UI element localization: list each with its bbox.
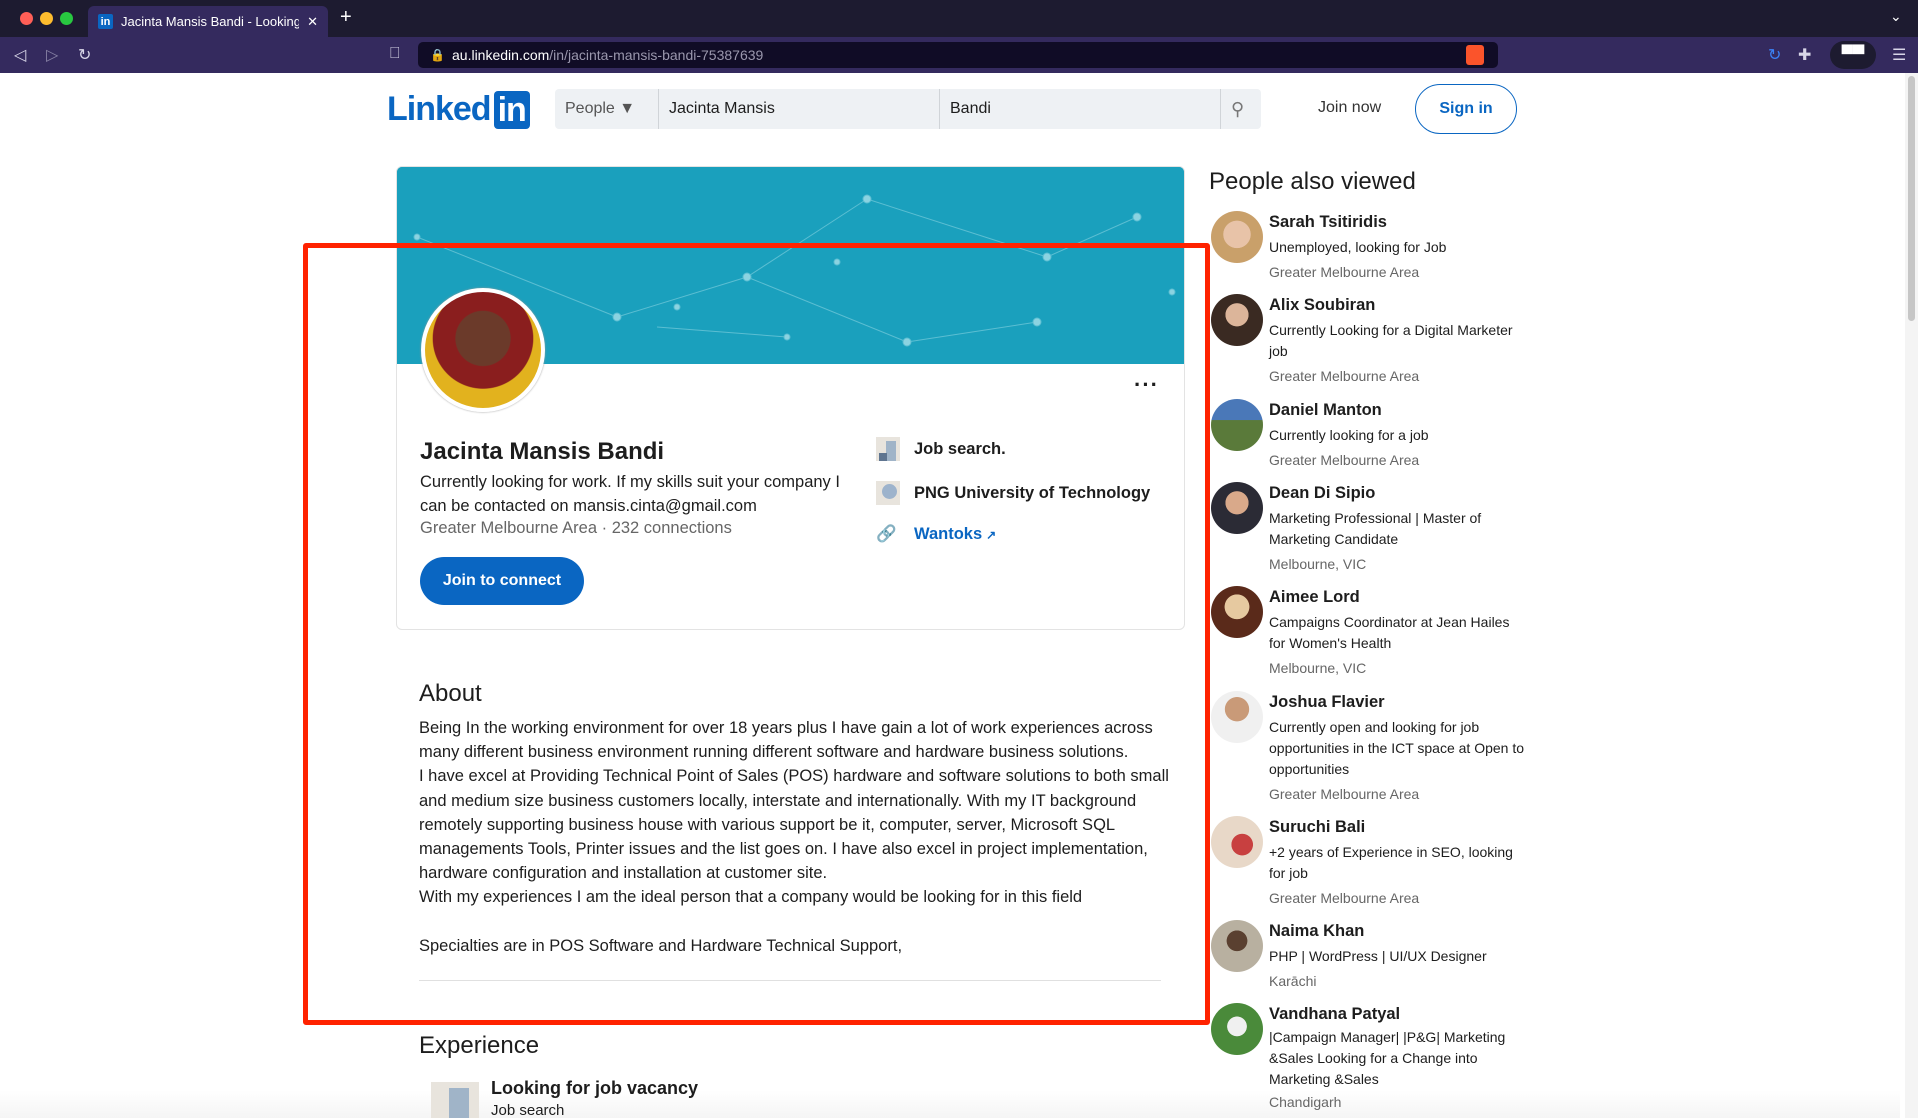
person-location: Chandigarh [1269, 1094, 1342, 1110]
avatar [1211, 920, 1263, 972]
person-name: Alix Soubiran [1269, 296, 1376, 314]
person-name: Dean Di Sipio [1269, 484, 1376, 502]
avatar [1211, 816, 1263, 868]
person-headline: |Campaign Manager| |P&G| Marketing &Sale… [1269, 1029, 1506, 1087]
person-location: Greater Melbourne Area [1269, 264, 1420, 280]
profile-glasses-icon[interactable]: ▀▀ [1830, 41, 1876, 69]
person-headline: Currently looking for a job [1269, 427, 1429, 443]
chevron-down-icon[interactable]: ⌄ [1890, 8, 1902, 25]
person-headline: +2 years of Experience in SEO, looking f… [1269, 844, 1513, 881]
person-name: Joshua Flavier [1269, 693, 1385, 711]
person-card[interactable]: Aimee Lord Campaigns Coordinator at Jean … [1211, 586, 1511, 679]
person-card[interactable]: Joshua Flavier Currently open and looking… [1211, 691, 1524, 805]
tab-title: Jacinta Mansis Bandi - Looking [121, 14, 300, 29]
last-name-input[interactable]: Bandi [940, 89, 1221, 129]
avatar [1211, 294, 1263, 346]
person-card[interactable]: Dean Di Sipio Marketing Professional | Ma… [1211, 482, 1511, 575]
browser-toolbar: ◁ ▷ ↻ ⎕ 🔒 au.linkedin.com/in/jacinta-man… [0, 37, 1918, 73]
address-bar[interactable]: 🔒 au.linkedin.com/in/jacinta-mansis-band… [418, 42, 1498, 68]
close-tab-icon[interactable]: ✕ [307, 14, 318, 30]
scrollbar-thumb[interactable] [1908, 76, 1915, 321]
person-card[interactable]: Daniel Manton Currently looking for a job… [1211, 399, 1511, 471]
browser-tab[interactable]: in Jacinta Mansis Bandi - Looking ✕ [88, 6, 328, 37]
brave-shields-icon[interactable] [1466, 45, 1484, 65]
person-name: Suruchi Bali [1269, 818, 1366, 836]
experience-company-logo-icon [431, 1082, 479, 1118]
person-headline: Currently open and looking for job oppor… [1269, 719, 1525, 777]
search-category-select[interactable]: People ▼ [555, 89, 659, 129]
experience-company: Job search [491, 1102, 565, 1119]
search-icon[interactable]: ⚲ [1221, 89, 1254, 129]
sign-in-button[interactable]: Sign in [1415, 84, 1517, 134]
maximize-window-button[interactable] [60, 12, 73, 25]
url-host: au.linkedin.com [452, 47, 550, 63]
person-location: Greater Melbourne Area [1269, 890, 1420, 906]
close-window-button[interactable] [20, 12, 33, 25]
person-name: Naima Khan [1269, 922, 1365, 940]
person-headline: Marketing Professional | Master of Marke… [1269, 510, 1482, 547]
avatar [1211, 586, 1263, 638]
person-card[interactable]: Vandhana Patyal |Campaign Manager| |P&G| … [1211, 1003, 1511, 1113]
person-card[interactable]: Suruchi Bali +2 years of Experience in SE… [1211, 816, 1513, 909]
reload-icon[interactable]: ↻ [78, 45, 91, 65]
person-name: Aimee Lord [1269, 588, 1360, 606]
extension-icon[interactable]: ↻ [1768, 45, 1781, 65]
bottom-fade [0, 1090, 1900, 1118]
forward-icon[interactable]: ▷ [46, 45, 58, 65]
person-headline: Currently Looking for a Digital Marketer… [1269, 322, 1513, 359]
logo-text: Linked [387, 90, 492, 128]
first-name-input[interactable]: Jacinta Mansis [659, 89, 940, 129]
experience-title[interactable]: Looking for job vacancy [491, 1078, 698, 1099]
avatar [1211, 399, 1263, 451]
bookmark-icon[interactable]: ⎕ [390, 45, 400, 63]
browser-tab-bar: in Jacinta Mansis Bandi - Looking ✕ + ⌄ [0, 0, 1918, 37]
linkedin-logo[interactable]: Linked in [387, 90, 530, 129]
minimize-window-button[interactable] [40, 12, 53, 25]
lock-icon: 🔒 [430, 48, 445, 62]
first-name-value: Jacinta Mansis [669, 100, 775, 117]
url-path: /in/jacinta-mansis-bandi-75387639 [549, 47, 764, 63]
person-name: Daniel Manton [1269, 401, 1382, 419]
join-now-link[interactable]: Join now [1318, 99, 1381, 117]
person-card[interactable]: Alix Soubiran Currently Looking for a Dig… [1211, 294, 1513, 387]
person-card[interactable]: Sarah Tsitiridis Unemployed, looking for … [1211, 211, 1511, 283]
linkedin-in-badge: in [493, 90, 530, 129]
search-category-label: People [565, 100, 615, 117]
person-headline: Campaigns Coordinator at Jean Hailes for… [1269, 614, 1510, 651]
caret-down-icon: ▼ [619, 100, 636, 117]
person-location: Greater Melbourne Area [1269, 452, 1420, 468]
person-location: Melbourne, VIC [1269, 660, 1367, 676]
people-search: People ▼ Jacinta Mansis Bandi ⚲ [555, 89, 1261, 129]
person-location: Karāchi [1269, 973, 1317, 989]
highlight-box [303, 243, 1210, 1025]
person-name: Vandhana Patyal [1269, 1005, 1401, 1023]
back-icon[interactable]: ◁ [14, 45, 26, 65]
last-name-value: Bandi [950, 100, 991, 117]
person-name: Sarah Tsitiridis [1269, 213, 1387, 231]
linkedin-favicon-icon: in [98, 14, 113, 29]
person-location: Melbourne, VIC [1269, 556, 1367, 572]
menu-icon[interactable]: ☰ [1892, 45, 1906, 65]
person-location: Greater Melbourne Area [1269, 368, 1420, 384]
person-headline: Unemployed, looking for Job [1269, 239, 1447, 255]
experience-heading: Experience [419, 1032, 540, 1059]
people-also-viewed-heading: People also viewed [1209, 168, 1416, 195]
avatar [1211, 482, 1263, 534]
person-headline: PHP | WordPress | UI/UX Designer [1269, 948, 1487, 964]
avatar [1211, 1003, 1263, 1055]
avatar [1211, 691, 1263, 743]
new-tab-button[interactable]: + [340, 6, 352, 29]
avatar [1211, 211, 1263, 263]
person-location: Greater Melbourne Area [1269, 786, 1420, 802]
person-card[interactable]: Naima Khan PHP | WordPress | UI/UX Design… [1211, 920, 1511, 992]
puzzle-icon[interactable]: ✚ [1798, 45, 1811, 65]
